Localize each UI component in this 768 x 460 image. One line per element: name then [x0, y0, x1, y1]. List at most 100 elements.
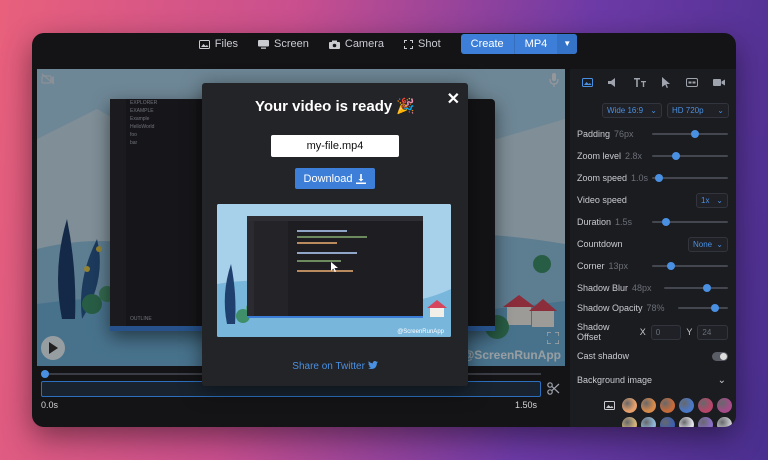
modal-title: Your video is ready 🎉: [254, 98, 416, 115]
tab-camera[interactable]: [710, 73, 728, 91]
files-label: Files: [214, 38, 239, 50]
preview-watermark: @ScreenRunApp: [397, 329, 444, 335]
setting-label: Video speed: [577, 195, 627, 205]
corner-slider[interactable]: [652, 262, 728, 270]
background-swatch[interactable]: [679, 398, 694, 413]
setting-label: Shadow Opacity: [577, 303, 643, 313]
chevron-down-icon: ⌄: [716, 239, 723, 249]
upload-image-icon[interactable]: [604, 401, 615, 410]
end-time: 1.50s: [515, 400, 538, 410]
setting-background-image[interactable]: Background image ⌄: [577, 371, 728, 389]
top-toolbar: Files Screen Camera Shot Create MP4 ▼: [32, 33, 736, 55]
slider-thumb[interactable]: [662, 218, 671, 226]
background-swatch[interactable]: [679, 417, 694, 427]
slider-thumb[interactable]: [710, 304, 719, 312]
camera-label: Camera: [344, 38, 384, 50]
image-icon: [198, 39, 210, 49]
setting-value: 48px: [632, 283, 652, 293]
chevron-down-icon: ⌄: [716, 195, 723, 205]
tab-audio[interactable]: [604, 73, 622, 91]
zoom-speed-slider[interactable]: [652, 174, 728, 182]
cast-shadow-toggle[interactable]: [712, 351, 728, 361]
background-swatch[interactable]: [622, 417, 637, 427]
format-select[interactable]: MP4: [513, 34, 558, 54]
setting-padding: Padding 76px: [577, 125, 728, 143]
tab-cursor[interactable]: [657, 73, 675, 91]
background-swatch[interactable]: [641, 417, 656, 427]
tab-text[interactable]: [631, 73, 649, 91]
video-ready-modal: Your video is ready 🎉 ✕ my-file.mp4 Down…: [202, 83, 468, 386]
offset-x-input[interactable]: 0: [650, 324, 682, 340]
setting-label: Shadow Blur: [577, 283, 629, 293]
close-icon[interactable]: ✕: [447, 89, 460, 109]
slider-thumb[interactable]: [666, 262, 675, 270]
shot-button[interactable]: Shot: [396, 34, 449, 54]
resolution-value: HD 720p: [672, 106, 704, 115]
crop-icon: [404, 39, 413, 49]
setting-countdown: Countdown None ⌄: [577, 235, 728, 253]
playhead-knob[interactable]: [41, 370, 49, 378]
zoom-level-slider[interactable]: [652, 152, 728, 160]
tab-background[interactable]: [578, 73, 596, 91]
cursor-icon: [662, 76, 671, 88]
background-swatch[interactable]: [622, 398, 637, 413]
share-twitter-link[interactable]: Share on Twitter: [202, 361, 468, 372]
setting-label: Shadow Offset: [577, 322, 610, 342]
shadow-blur-slider[interactable]: [664, 284, 728, 292]
background-swatch[interactable]: [717, 398, 732, 413]
duration-slider[interactable]: [652, 218, 728, 226]
download-icon: [356, 173, 367, 184]
countdown-select[interactable]: None ⌄: [688, 236, 728, 252]
tab-captions[interactable]: [683, 73, 701, 91]
screen-button[interactable]: Screen: [250, 34, 317, 54]
setting-shadow-offset: Shadow Offset X 0 Y 24: [577, 322, 728, 342]
create-button[interactable]: Create: [461, 34, 514, 54]
download-button[interactable]: Download: [295, 168, 375, 189]
image-icon: [581, 77, 593, 87]
padding-slider[interactable]: [652, 130, 728, 138]
slider-thumb[interactable]: [691, 130, 700, 138]
setting-label: Zoom level: [577, 151, 622, 161]
speaker-icon: [608, 77, 616, 87]
aspect-ratio-value: Wide 16:9: [607, 106, 644, 115]
screen-label: Screen: [274, 38, 309, 50]
background-swatch[interactable]: [660, 398, 675, 413]
video-speed-value: 1x: [701, 195, 710, 205]
slider-thumb[interactable]: [655, 174, 664, 182]
setting-label: Cast shadow: [577, 351, 630, 361]
filename-field[interactable]: my-file.mp4: [271, 135, 399, 157]
background-swatch[interactable]: [698, 417, 713, 427]
setting-value: 76px: [614, 129, 634, 139]
offset-x-label: X: [639, 327, 646, 337]
background-swatch[interactable]: [717, 417, 732, 427]
captions-icon: [686, 77, 699, 87]
video-camera-icon: [712, 78, 725, 86]
video-speed-select[interactable]: 1x ⌄: [696, 192, 728, 208]
offset-y-input[interactable]: 24: [697, 324, 728, 340]
files-button[interactable]: Files: [191, 34, 246, 54]
offset-y-label: Y: [686, 327, 693, 337]
setting-value: 1.5s: [615, 217, 633, 227]
background-swatch[interactable]: [660, 417, 675, 427]
setting-duration: Duration 1.5s: [577, 213, 728, 231]
text-icon: [633, 77, 646, 87]
countdown-value: None: [693, 239, 713, 249]
scissors-icon[interactable]: [547, 382, 560, 395]
resolution-select[interactable]: HD 720p ⌄: [667, 103, 729, 118]
shadow-opacity-slider[interactable]: [678, 304, 728, 312]
share-label: Share on Twitter: [292, 361, 365, 372]
setting-label: Background image: [577, 375, 653, 385]
setting-label: Padding: [577, 129, 611, 139]
chevron-down-icon: ⌄: [717, 106, 724, 115]
format-dropdown-icon[interactable]: ▼: [557, 34, 578, 54]
background-swatch[interactable]: [698, 398, 713, 413]
slider-thumb[interactable]: [703, 284, 712, 292]
slider-thumb[interactable]: [672, 152, 681, 160]
setting-value: 1.0s: [631, 173, 649, 183]
camera-button[interactable]: Camera: [321, 34, 392, 54]
background-swatch[interactable]: [641, 398, 656, 413]
twitter-icon: [367, 361, 378, 369]
aspect-ratio-select[interactable]: Wide 16:9 ⌄: [602, 103, 662, 118]
setting-value: 13px: [608, 261, 629, 271]
settings-panel: Wide 16:9 ⌄ HD 720p ⌄ Padding 76px Zoom lev…: [570, 69, 736, 427]
